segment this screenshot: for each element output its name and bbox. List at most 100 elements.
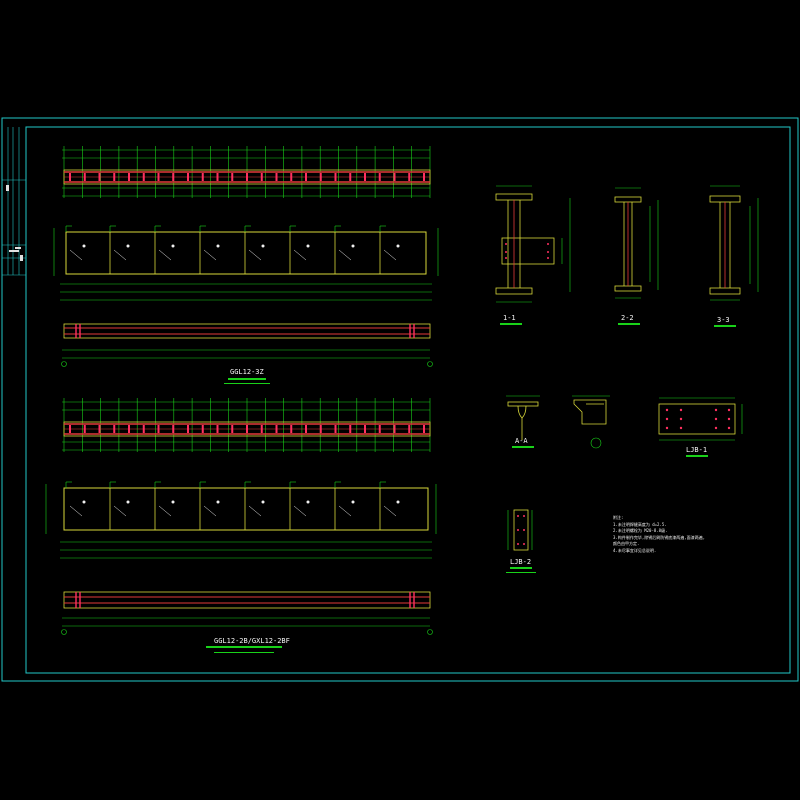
chord-bolt [349, 425, 352, 433]
chord-bolt [98, 173, 101, 181]
chord-bolt [349, 173, 352, 181]
leader-line [69, 505, 83, 517]
chord-bolt [393, 425, 396, 433]
inner-frame [25, 126, 791, 674]
chord-bolt [83, 425, 86, 433]
chord-bolt [231, 173, 234, 181]
chord-bolt [172, 425, 175, 433]
chord-bolt [69, 173, 71, 181]
web-marker [396, 500, 400, 504]
section-1-1-label: 1-1 [503, 314, 516, 322]
detail-a-a [507, 401, 539, 440]
web-marker [82, 244, 86, 248]
chord-bolt [364, 173, 366, 181]
chord-bolt [98, 425, 101, 433]
chord-bolt [113, 173, 116, 181]
web-marker [126, 500, 130, 504]
chord-bolt [201, 425, 204, 433]
chord-bolt [231, 425, 234, 433]
web-marker [306, 500, 310, 504]
note-line: 4.未尽事宜详见总说明. [613, 547, 657, 553]
leader-line [383, 505, 397, 517]
web-marker [82, 500, 86, 504]
web-marker [351, 244, 355, 248]
chord-bolt [364, 425, 366, 433]
leader-line [293, 249, 307, 261]
section-3-3-label: 3-3 [717, 316, 730, 324]
chord-bolt [216, 425, 219, 433]
chord-bolt [334, 425, 337, 433]
detail-ljb-2 [513, 509, 529, 551]
chord-bolt [142, 173, 145, 181]
web-marker [351, 500, 355, 504]
chord-bolt [275, 425, 278, 433]
chord-bolt [408, 425, 411, 433]
leader-line [158, 505, 172, 517]
chord-bolt [157, 173, 160, 181]
chord-bolt [216, 173, 219, 181]
chord-bolt [423, 173, 425, 181]
leader-line [338, 249, 352, 261]
web-marker [216, 244, 220, 248]
detail-a-a-label: A-A [515, 437, 528, 445]
lower-elevation [45, 398, 437, 653]
chord-bolt [275, 173, 278, 181]
section-2-2 [614, 196, 642, 292]
chord-bolt [319, 173, 322, 181]
chord-bolt [172, 173, 175, 181]
section-2-2-label: 2-2 [621, 314, 634, 322]
chord-bolt [187, 173, 189, 181]
chord-bolt [201, 173, 204, 181]
chord-bolt [246, 425, 248, 433]
web-marker [126, 244, 130, 248]
chord-bolt [128, 173, 130, 181]
detail-ljb-2-label: LJB-2 [510, 558, 532, 566]
detail-ljb-1 [658, 403, 736, 435]
chord-bolt [408, 173, 411, 181]
chord-bolt [378, 173, 381, 181]
leader-line [248, 505, 262, 517]
web-marker [261, 500, 265, 504]
leader-line [113, 249, 127, 261]
chord-bolt [423, 425, 425, 433]
chord-bolt [290, 173, 293, 181]
chord-bolt [378, 425, 381, 433]
chord-bolt [319, 425, 322, 433]
lower-elevation-title: GGL12-2B/GXL12-2BF [214, 637, 290, 645]
leader-line [248, 249, 262, 261]
leader-line [293, 505, 307, 517]
leader-line [383, 249, 397, 261]
web-marker [216, 500, 220, 504]
chord-bolt [334, 173, 337, 181]
chord-bolt [187, 425, 189, 433]
title-block [2, 127, 26, 276]
web-marker [396, 244, 400, 248]
chord-bolt [113, 425, 116, 433]
chord-bolt [290, 425, 293, 433]
web-marker [306, 244, 310, 248]
chord-bolt [260, 425, 263, 433]
chord-bolt [142, 425, 145, 433]
upper-elevation-title: GGL12-3Z [230, 368, 264, 376]
chord-bolt [128, 425, 130, 433]
web-marker [261, 244, 265, 248]
section-1-1 [495, 193, 555, 295]
leader-line [338, 505, 352, 517]
leader-line [113, 505, 127, 517]
leader-line [69, 249, 83, 261]
general-notes: 附注: 1.未注明焊缝高度为 d=2.5. 2.未注明螺栓为 M20-8.8级.… [613, 515, 705, 554]
chord-bolt [393, 173, 396, 181]
web-marker [171, 500, 175, 504]
section-3-3 [709, 195, 741, 295]
title-block-marks [6, 185, 23, 261]
upper-elevation [53, 146, 439, 384]
chord-bolt [260, 173, 263, 181]
chord-bolt [305, 173, 307, 181]
cad-drawing-canvas [1, 117, 799, 682]
chord-bolt [305, 425, 307, 433]
chord-bolt [157, 425, 160, 433]
chord-bolt [246, 173, 248, 181]
web-marker [171, 244, 175, 248]
detail-stiffener [573, 399, 607, 425]
chord-bolt [69, 425, 71, 433]
